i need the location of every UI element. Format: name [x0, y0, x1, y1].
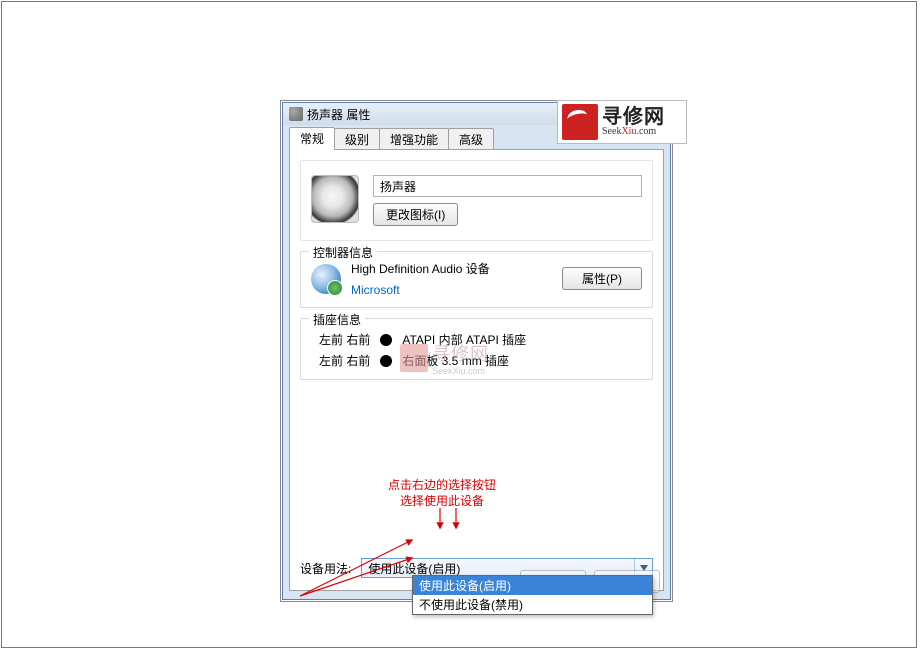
- window-title: 扬声器 属性: [307, 106, 370, 123]
- controller-info-group: 控制器信息 High Definition Audio 设备 Microsoft…: [300, 251, 653, 308]
- jack-row-0: 左前 右前 ATAPI 内部 ATAPI 插座: [311, 331, 642, 348]
- tab-body-general: 更改图标(I) 控制器信息 High Definition Audio 设备 M…: [289, 149, 664, 591]
- jack-row-1: 左前 右前 右面板 3.5 mm 插座: [311, 352, 642, 369]
- speaker-properties-window: 扬声器 属性 ✕ 常规 级别 增强功能 高级 更改图标(I) 控制器信息: [282, 102, 671, 600]
- device-usage-selected: 使用此设备(启用): [368, 560, 460, 577]
- tab-advanced[interactable]: 高级: [448, 128, 494, 150]
- controller-properties-button[interactable]: 属性(P): [562, 267, 642, 290]
- tab-levels[interactable]: 级别: [334, 128, 380, 150]
- seekxiu-logo: 寻修网 SeekXiu.com: [557, 100, 687, 144]
- logo-mark: [562, 104, 598, 140]
- tab-general[interactable]: 常规: [289, 127, 335, 150]
- controller-vendor[interactable]: Microsoft: [351, 283, 552, 297]
- logo-cn: 寻修网: [602, 107, 665, 127]
- jack-dot-icon: [380, 355, 392, 367]
- device-name-input[interactable]: [373, 175, 642, 197]
- dropdown-option-enable[interactable]: 使用此设备(启用): [413, 576, 652, 595]
- controller-legend: 控制器信息: [309, 244, 377, 261]
- window-icon: [289, 107, 303, 121]
- annotation-text: 点击右边的选择按钮 选择使用此设备: [388, 478, 496, 509]
- jack-desc: ATAPI 内部 ATAPI 插座: [402, 331, 526, 348]
- jack-pos: 左前 右前: [319, 331, 370, 348]
- jack-dot-icon: [380, 334, 392, 346]
- jack-info-group: 插座信息 左前 右前 ATAPI 内部 ATAPI 插座 左前 右前 右面板 3…: [300, 318, 653, 380]
- tab-enhancements[interactable]: 增强功能: [379, 128, 449, 150]
- speaker-icon: [311, 175, 359, 223]
- hd-audio-icon: [311, 264, 341, 294]
- jack-legend: 插座信息: [309, 311, 365, 328]
- logo-en: SeekXiu.com: [602, 127, 665, 137]
- device-usage-label: 设备用法:: [300, 560, 351, 577]
- dropdown-option-disable[interactable]: 不使用此设备(禁用): [413, 595, 652, 614]
- controller-device: High Definition Audio 设备: [351, 260, 552, 277]
- device-usage-dropdown[interactable]: 使用此设备(启用) 不使用此设备(禁用): [412, 575, 653, 615]
- device-name-group: 更改图标(I): [300, 160, 653, 241]
- change-icon-button[interactable]: 更改图标(I): [373, 203, 458, 226]
- jack-pos: 左前 右前: [319, 352, 370, 369]
- jack-desc: 右面板 3.5 mm 插座: [402, 352, 509, 369]
